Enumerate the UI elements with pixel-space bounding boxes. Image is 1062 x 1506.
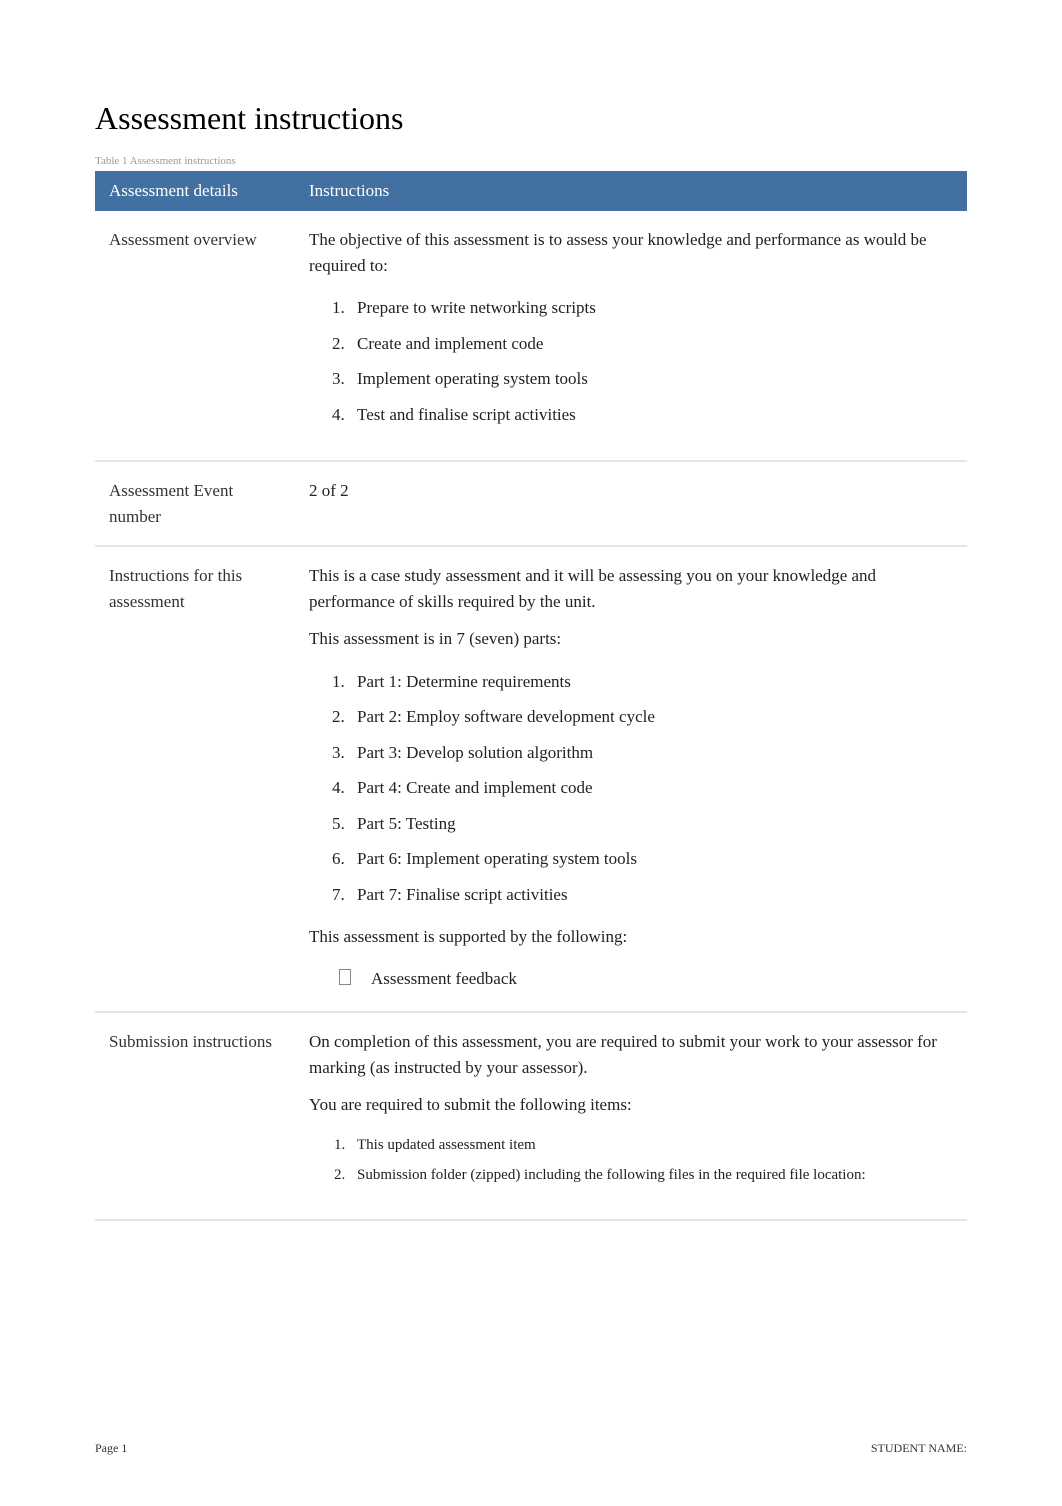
instructions-parts-list: Part 1: Determine requirements Part 2: E… <box>349 664 953 913</box>
table-row: Submission instructions On completion of… <box>95 1012 967 1220</box>
overview-intro: The objective of this assessment is to a… <box>309 227 953 278</box>
row-label-submission: Submission instructions <box>95 1012 295 1220</box>
row-label-instructions: Instructions for this assessment <box>95 546 295 1012</box>
placeholder-bullet-icon <box>339 969 351 985</box>
list-item: Part 5: Testing <box>349 806 953 842</box>
instructions-intro1: This is a case study assessment and it w… <box>309 563 953 614</box>
bullet-text: Assessment feedback <box>371 966 517 992</box>
list-item: Part 6: Implement operating system tools <box>349 841 953 877</box>
student-name-label: STUDENT NAME: <box>871 1441 967 1456</box>
table-row: Instructions for this assessment This is… <box>95 546 967 1012</box>
table-caption: Table 1 Assessment instructions <box>95 155 967 167</box>
row-content-overview: The objective of this assessment is to a… <box>295 211 967 461</box>
table-row: Assessment overview The objective of thi… <box>95 211 967 461</box>
page-number: Page 1 <box>95 1441 127 1456</box>
list-item: Part 4: Create and implement code <box>349 770 953 806</box>
submission-items-list: This updated assessment item Submission … <box>349 1130 953 1191</box>
column-header-instructions: Instructions <box>295 171 967 211</box>
list-item: Part 2: Employ software development cycl… <box>349 699 953 735</box>
list-item: Part 7: Finalise script activities <box>349 877 953 913</box>
row-content-event-number: 2 of 2 <box>295 461 967 546</box>
list-item: Part 1: Determine requirements <box>349 664 953 700</box>
list-item: Create and implement code <box>349 326 953 362</box>
column-header-details: Assessment details <box>95 171 295 211</box>
event-number-value: 2 of 2 <box>309 478 953 504</box>
list-item: Submission folder (zipped) including the… <box>349 1160 953 1191</box>
list-item: Prepare to write networking scripts <box>349 290 953 326</box>
page-footer: Page 1 STUDENT NAME: <box>95 1441 967 1456</box>
instructions-intro2: This assessment is in 7 (seven) parts: <box>309 626 953 652</box>
row-label-event-number: Assessment Event number <box>95 461 295 546</box>
submission-intro1: On completion of this assessment, you ar… <box>309 1029 953 1080</box>
row-content-instructions: This is a case study assessment and it w… <box>295 546 967 1012</box>
instructions-supported: This assessment is supported by the foll… <box>309 924 953 950</box>
table-row: Assessment Event number 2 of 2 <box>95 461 967 546</box>
assessment-table: Assessment details Instructions Assessme… <box>95 171 967 1221</box>
list-item: Part 3: Develop solution algorithm <box>349 735 953 771</box>
list-item: This updated assessment item <box>349 1130 953 1161</box>
list-item: Implement operating system tools <box>349 361 953 397</box>
bullet-item: Assessment feedback <box>339 962 953 996</box>
list-item: Test and finalise script activities <box>349 397 953 433</box>
row-label-overview: Assessment overview <box>95 211 295 461</box>
table-header-row: Assessment details Instructions <box>95 171 967 211</box>
overview-list: Prepare to write networking scripts Crea… <box>349 290 953 432</box>
page-title: Assessment instructions <box>95 100 967 137</box>
row-content-submission: On completion of this assessment, you ar… <box>295 1012 967 1220</box>
submission-intro2: You are required to submit the following… <box>309 1092 953 1118</box>
